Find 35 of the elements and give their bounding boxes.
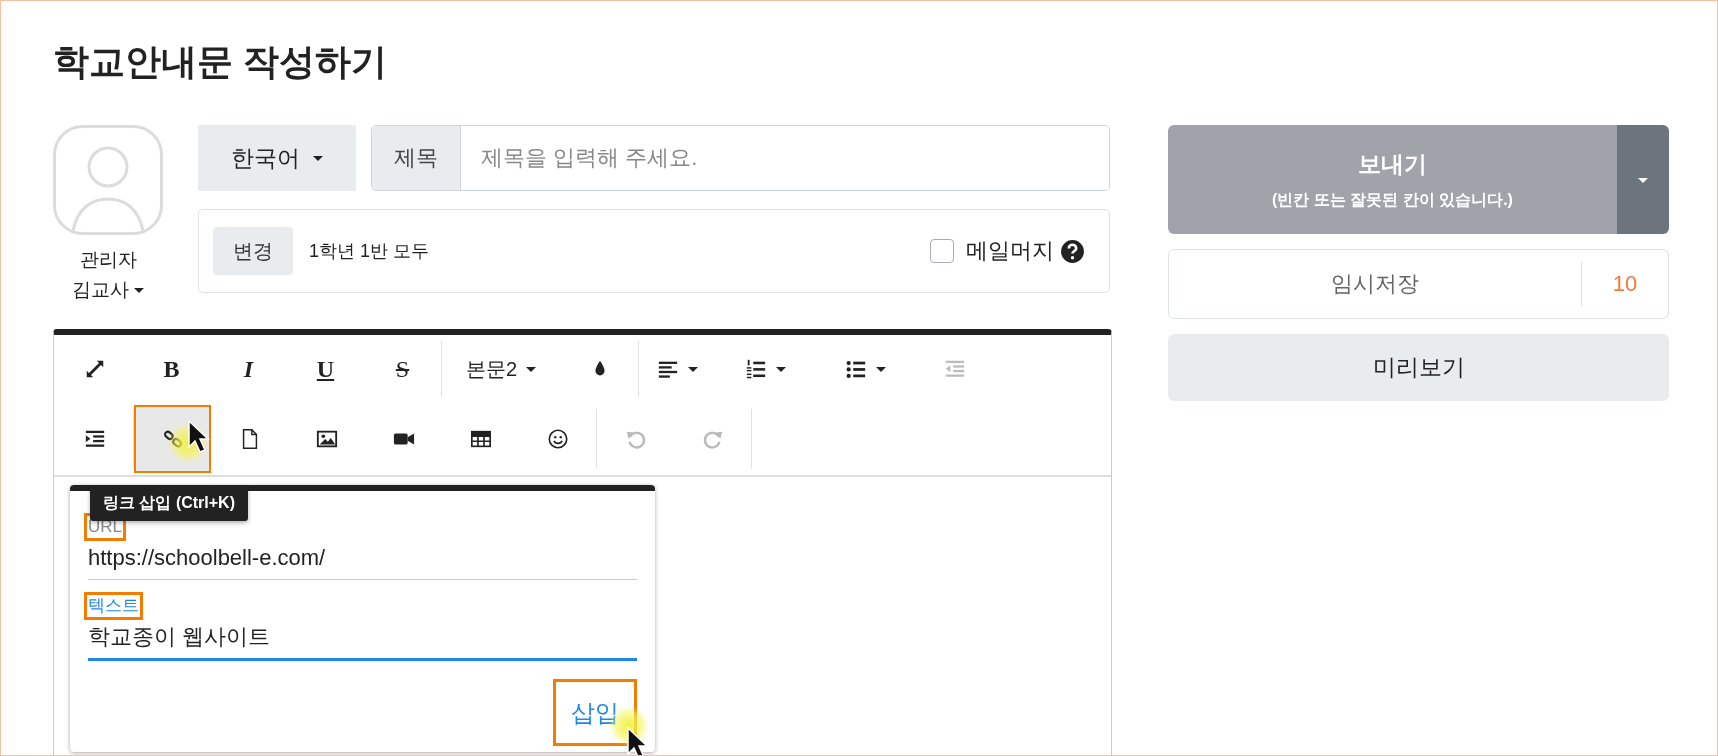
change-recipients-button[interactable]: 변경 (213, 227, 293, 275)
italic-button[interactable]: I (210, 337, 287, 401)
mail-merge-label: 메일머지 (966, 237, 1054, 265)
recipients-text: 1학년 1반 모두 (309, 240, 431, 263)
underline-button[interactable]: U (287, 337, 364, 401)
subject-label: 제목 (372, 126, 461, 190)
numbered-list-icon (745, 358, 768, 380)
author-role: 관리자 (79, 248, 137, 272)
bold-button[interactable]: B (133, 337, 210, 401)
preview-button[interactable]: 미리보기 (1168, 334, 1669, 401)
indent-icon (83, 428, 106, 450)
table-icon (469, 428, 492, 450)
input-field[interactable]: https://schoolbell-e.com/ (88, 541, 637, 580)
input-field[interactable]: 학교종이 웹사이트 (88, 620, 637, 661)
author-dropdown[interactable]: 김교사 (71, 275, 145, 305)
tooltip: 링크 삽입 (Ctrl+K) (90, 486, 248, 521)
smiley-icon (546, 428, 569, 450)
bullet-list-icon (845, 358, 868, 380)
insert-button[interactable]: 삽입 (553, 679, 637, 746)
link-icon (161, 428, 184, 450)
temp-save-count: 10 (1611, 271, 1639, 297)
temp-save-button[interactable]: 임시저장 (1169, 250, 1581, 318)
subject-field[interactable]: 제목 제목을 입력해 주세요. (371, 125, 1110, 191)
mail-merge-checkbox[interactable] (930, 239, 954, 263)
paragraph-style-dropdown[interactable]: 본문2 (442, 337, 562, 401)
image-icon (315, 428, 338, 450)
link-button[interactable] (134, 405, 211, 473)
strikethrough-button[interactable]: S (364, 337, 441, 401)
outdent-icon (943, 358, 966, 380)
cursor-icon (188, 420, 210, 454)
help-icon (1060, 238, 1085, 264)
avatar-icon (53, 125, 163, 235)
page-title: 학교안내문 작성하기 (53, 40, 388, 84)
language-dropdown[interactable]: 한국어 (198, 125, 356, 191)
field-label: 텍스트 (84, 592, 143, 620)
